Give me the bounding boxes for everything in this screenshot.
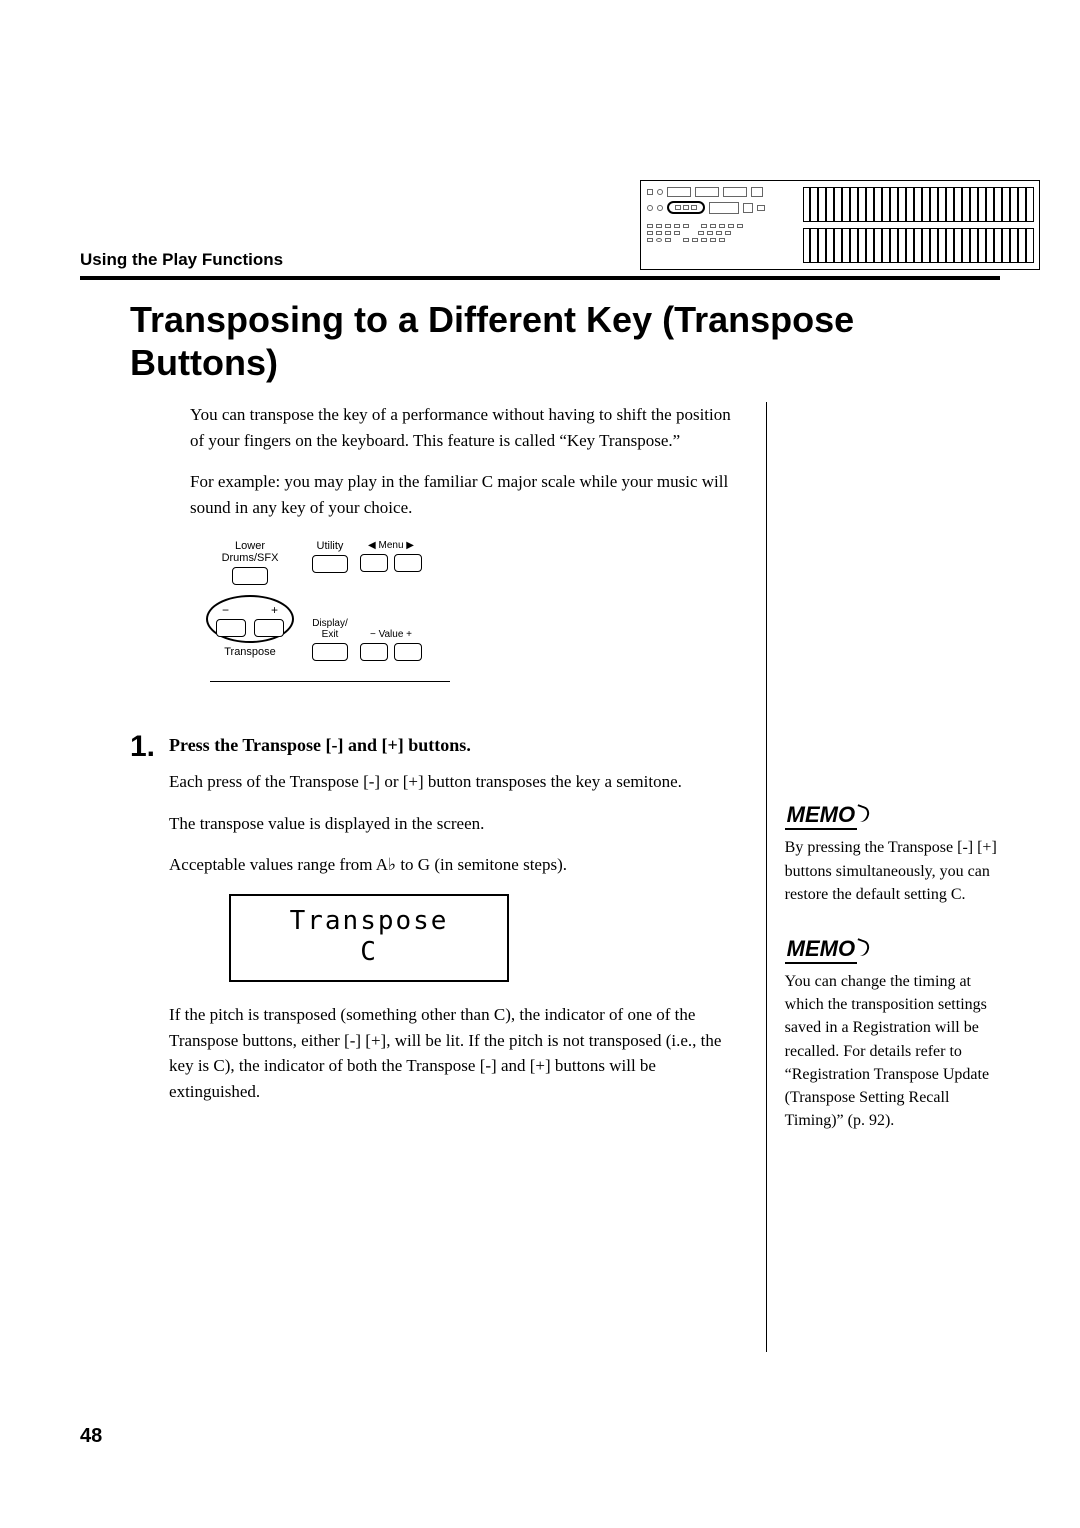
memo-text-2: You can change the timing at which the t… [785,970,1000,1132]
page-title: Transposing to a Different Key (Transpos… [130,298,1000,384]
panel-diagram [640,180,1040,270]
label-utility: Utility [317,540,344,552]
step-number: 1. [130,732,155,1120]
label-plus: + [271,603,278,617]
step-paragraph-2: The transpose value is displayed in the … [169,811,736,837]
main-column: You can transpose the key of a performan… [190,402,736,1352]
lcd-line-1: Transpose [243,906,495,937]
memo-icon: MEMO [785,802,857,830]
label-transpose: Transpose [224,646,276,658]
intro-paragraph-2: For example: you may play in the familia… [190,469,736,520]
step-paragraph-3: Acceptable values range from A♭ to G (in… [169,852,736,878]
label-lower-drums-sfx: Lower Drums/SFX [222,540,279,564]
intro-paragraph-1: You can transpose the key of a performan… [190,402,736,453]
lcd-line-2: C [243,937,495,968]
transpose-button-highlight: − + [206,595,294,643]
step-heading: Press the Transpose [-] and [+] buttons. [169,732,736,759]
label-display-exit: Display/ Exit [312,618,348,640]
button-panel-diagram: Lower Drums/SFX Utility ◀ Menu ▶ [210,540,470,682]
sidebar-column: MEMO By pressing the Transpose [-] [+] b… [766,402,1000,1352]
memo-icon: MEMO [785,936,857,964]
memo-text-1: By pressing the Transpose [-] [+] button… [785,836,1000,906]
step-paragraph-1: Each press of the Transpose [-] or [+] b… [169,769,736,795]
page-number: 48 [80,1425,102,1448]
label-menu: ◀ Menu ▶ [368,540,414,551]
lcd-display: Transpose C [229,894,509,982]
step-paragraph-4: If the pitch is transposed (something ot… [169,1002,736,1104]
label-value: − Value + [370,629,412,640]
header-divider [80,276,1000,280]
section-label: Using the Play Functions [80,250,283,270]
label-minus: − [222,603,229,617]
